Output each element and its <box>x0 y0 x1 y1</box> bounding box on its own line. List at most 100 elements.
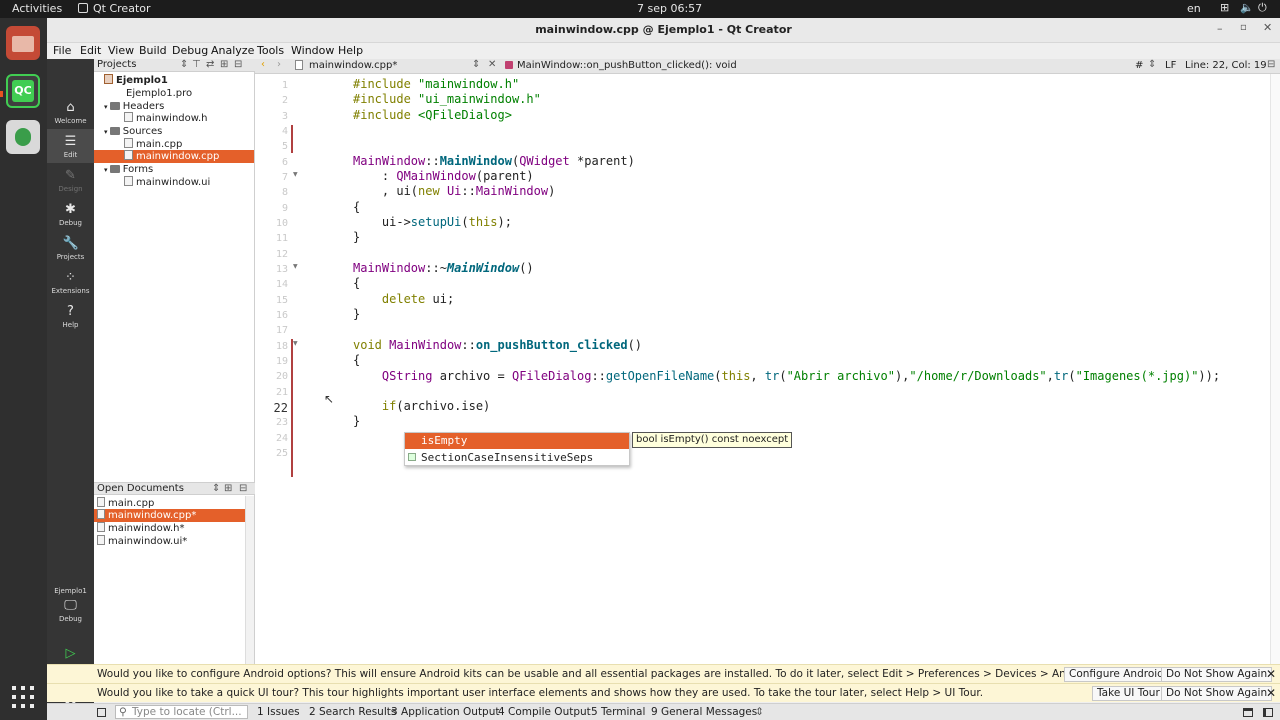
output-tab-search-results[interactable]: 2 Search Results <box>309 704 396 720</box>
toggle-output-pane-icon[interactable] <box>1243 708 1253 717</box>
app-menu[interactable]: Qt Creator <box>93 2 151 15</box>
view-select-icon[interactable]: ⇕ <box>212 483 220 494</box>
menu-help[interactable]: Help <box>338 44 363 57</box>
split-icon[interactable]: ⊞ <box>220 59 228 70</box>
tree-item-mainwindow-h[interactable]: mainwindow.h <box>124 112 208 125</box>
maximize-icon[interactable]: ▫ <box>1240 22 1247 33</box>
line-number: 20 <box>275 371 288 382</box>
sync-icon[interactable]: ⇄ <box>206 59 214 70</box>
language-indicator[interactable]: en <box>1187 2 1201 15</box>
menu-window[interactable]: Window <box>291 44 334 57</box>
kit-selector[interactable]: Ejemplo1 🖵 Debug <box>47 585 94 631</box>
toggle-right-sidebar-icon[interactable] <box>1263 708 1273 717</box>
menu-debug[interactable]: Debug <box>172 44 208 57</box>
line-ending-selector[interactable]: LF <box>1165 60 1176 71</box>
toolbar-dropdown-icon[interactable]: ⇕ <box>1148 59 1156 70</box>
tree-item-project[interactable]: Ejemplo1 <box>104 74 168 87</box>
do-not-show-again-button[interactable]: Do Not Show Again <box>1161 686 1273 701</box>
fold-arrow-icon[interactable]: ▼ <box>293 263 298 270</box>
power-icon[interactable]: ⏻ <box>1258 1 1267 15</box>
close-icon[interactable]: ✕ <box>1266 665 1276 683</box>
menu-tools[interactable]: Tools <box>257 44 284 57</box>
current-line-number: 22 <box>273 401 288 415</box>
completion-item-isempty[interactable]: isEmpty <box>405 433 629 449</box>
clock[interactable]: 7 sep 06:57 <box>637 2 702 15</box>
files-app-icon[interactable] <box>6 26 40 60</box>
symbol-selector[interactable]: MainWindow::on_pushButton_clicked(): voi… <box>517 60 737 71</box>
mode-debug[interactable]: ✱ Debug <box>47 197 94 231</box>
view-select-icon[interactable]: ⇕ <box>180 59 188 70</box>
forward-arrow-icon[interactable]: › <box>277 59 281 70</box>
line-number: 3 <box>281 111 288 122</box>
output-tab-compile-output[interactable]: 4 Compile Output <box>498 704 591 720</box>
tree-item-mainwindow-cpp[interactable]: mainwindow.cpp <box>94 150 254 163</box>
close-document-icon[interactable]: ✕ <box>488 59 496 70</box>
output-tab-terminal[interactable]: 5 Terminal <box>591 704 645 720</box>
close-pane-icon[interactable]: ⊟ <box>239 483 247 494</box>
activities-button[interactable]: Activities <box>12 2 62 15</box>
trash-icon[interactable] <box>6 120 40 154</box>
close-icon[interactable]: ✕ <box>1263 21 1272 34</box>
menu-build[interactable]: Build <box>139 44 167 57</box>
close-icon[interactable]: ✕ <box>1266 684 1276 702</box>
open-doc-mainwindow-ui[interactable]: mainwindow.ui* <box>97 535 187 548</box>
minimize-icon[interactable]: – <box>1217 22 1223 35</box>
configure-android-button[interactable]: Configure Android <box>1064 667 1169 682</box>
back-arrow-icon[interactable]: ‹ <box>261 59 265 70</box>
fold-arrow-icon[interactable]: ▼ <box>293 340 298 347</box>
split-editor-icon[interactable]: ⊟ <box>1267 59 1275 70</box>
do-not-show-again-button[interactable]: Do Not Show Again <box>1161 667 1273 682</box>
mode-extensions[interactable]: ⁘ Extensions <box>47 265 94 299</box>
output-tab-application-output[interactable]: 3 Application Output <box>391 704 500 720</box>
editor-scrollbar[interactable] <box>1270 74 1280 683</box>
qt-creator-dock-icon[interactable]: QC <box>6 74 40 108</box>
token: <QFileDialog> <box>418 108 512 122</box>
mode-help[interactable]: ? Help <box>47 299 94 333</box>
toggle-sidebar-icon[interactable] <box>97 708 106 717</box>
network-icon[interactable]: ⊞ <box>1220 1 1229 14</box>
scrollbar[interactable] <box>245 496 254 681</box>
token: ::~ <box>425 261 447 275</box>
filter-icon[interactable]: ⊤ <box>192 59 201 70</box>
output-tab-general-messages[interactable]: 9 General Messages <box>651 704 757 720</box>
volume-icon[interactable]: 🔈 <box>1240 1 1254 14</box>
mode-welcome[interactable]: ⌂ Welcome <box>47 95 94 129</box>
code-editor: ‹ › mainwindow.cpp* ⇕ ✕ MainWindow::on_p… <box>255 59 1280 683</box>
code-area[interactable]: #include "mainwindow.h" #include "ui_mai… <box>300 74 1280 683</box>
file-dropdown-icon[interactable]: ⇕ <box>472 59 480 70</box>
tree-item-pro[interactable]: Ejemplo1.pro <box>126 87 192 100</box>
tree-item-mainwindow-ui[interactable]: mainwindow.ui <box>124 176 210 189</box>
take-ui-tour-button[interactable]: Take UI Tour <box>1092 686 1165 701</box>
completion-item-section[interactable]: SectionCaseInsensitiveSeps <box>405 450 629 466</box>
mode-projects[interactable]: 🔧 Projects <box>47 231 94 265</box>
tree-item-forms[interactable]: ▾ Forms <box>104 163 153 176</box>
menu-view[interactable]: View <box>108 44 134 57</box>
token: ); <box>497 215 512 229</box>
more-tabs-icon[interactable]: ⇕ <box>755 704 764 720</box>
token: #include <box>353 92 419 106</box>
menu-analyze[interactable]: Analyze <box>211 44 254 57</box>
locator-input[interactable]: Type to locate (Ctrl... <box>115 705 248 719</box>
split-icon[interactable]: ⊞ <box>224 483 232 494</box>
open-doc-mainwindow-cpp[interactable]: mainwindow.cpp* <box>94 509 245 522</box>
mode-design[interactable]: ✎ Design <box>47 163 94 197</box>
change-marker <box>291 125 293 153</box>
fold-arrow-icon[interactable]: ▼ <box>293 171 298 178</box>
show-apps-icon[interactable] <box>12 686 34 708</box>
cursor-position[interactable]: Line: 22, Col: 19 <box>1185 60 1267 71</box>
menu-edit[interactable]: Edit <box>80 44 101 57</box>
change-marker <box>291 339 293 477</box>
line-number: 18 <box>275 341 288 352</box>
mode-edit[interactable]: ☰ Edit <box>47 129 94 163</box>
menu-bar: File Edit View Build Debug Analyze Tools… <box>47 43 1280 59</box>
open-doc-mainwindow-h[interactable]: mainwindow.h* <box>97 522 185 535</box>
menu-file[interactable]: File <box>53 44 71 57</box>
token: getOpenFileName <box>605 369 715 383</box>
hash-indicator[interactable]: # <box>1135 60 1143 71</box>
close-pane-icon[interactable]: ⊟ <box>234 59 242 70</box>
token: :: <box>425 154 440 168</box>
tree-item-sources[interactable]: ▾ Sources <box>104 125 162 138</box>
file-selector[interactable]: mainwindow.cpp* <box>309 60 397 71</box>
output-tab-issues[interactable]: 1 Issues <box>257 704 300 720</box>
